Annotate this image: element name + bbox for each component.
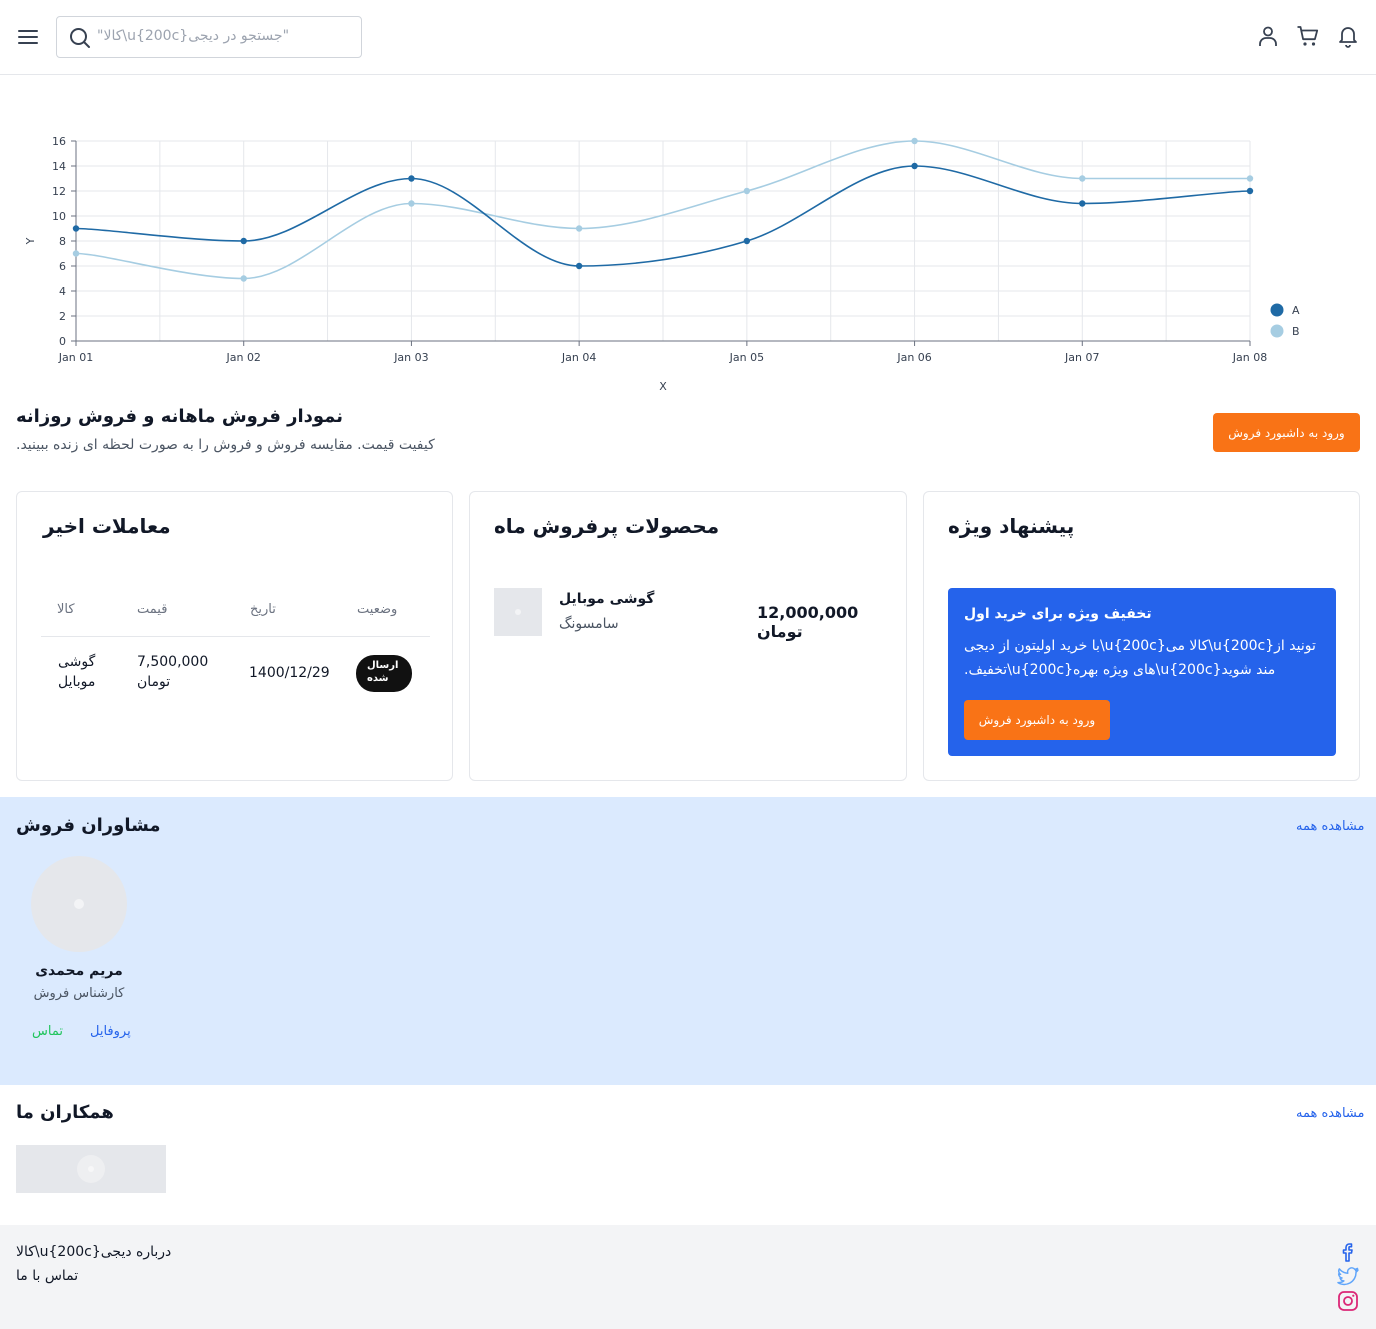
x-tick-label: Jan 07 (1064, 351, 1099, 364)
data-point-A (575, 262, 583, 270)
data-point-B (1079, 175, 1086, 182)
user-icon[interactable] (1256, 24, 1280, 48)
col-header-status: وضعیت (357, 602, 398, 617)
search-icon (70, 28, 90, 48)
product-brand: سامسونگ (559, 616, 619, 632)
instagram-icon[interactable] (1336, 1289, 1360, 1313)
data-point-A (1246, 187, 1254, 195)
data-point-B (575, 225, 583, 232)
x-tick-label: Jan 08 (1232, 351, 1267, 364)
data-point-A (72, 225, 80, 232)
partners-title: همکاران ما (16, 1102, 114, 1123)
search-input[interactable]: "کالا\u{200c}جستجو در دیجی" (56, 16, 362, 58)
legend-label-B: B (1292, 325, 1300, 338)
advisor-role: کارشناس فروش (33, 986, 125, 1001)
page: "کالا\u{200c}جستجو در دیجی" 0 2 4 6 8 10 12 14 1… (0, 0, 1376, 1329)
cell-item-line1: گوشی (58, 654, 96, 670)
sales-chart-svg: 0 2 4 6 8 10 12 14 16 Jan 01 Jan 02 Jan 03 Jan 04 Jan… (24, 135, 1300, 393)
legend-swatch-A (1270, 303, 1284, 317)
data-point-A (240, 237, 247, 245)
cell-price-line2: تومان (137, 674, 171, 690)
col-header-price: قیمت (137, 602, 168, 617)
advisors-title: مشاوران فروش (16, 815, 161, 836)
advisors-see-all-link[interactable]: مشاهده همه (1296, 819, 1365, 834)
data-point-B (72, 250, 80, 257)
x-axis-label: X (659, 380, 667, 393)
col-header-item: کالا (57, 602, 75, 617)
offer-title: پیشنهاد ویژه (948, 514, 1075, 538)
y-tick-label: 6 (59, 260, 66, 273)
avatar (31, 856, 127, 952)
x-tick-label: Jan 06 (896, 351, 931, 364)
twitter-icon[interactable] (1336, 1265, 1360, 1289)
y-tick-label: 2 (59, 310, 66, 323)
cell-item-line2: موبایل (58, 674, 96, 690)
bell-icon[interactable] (1336, 24, 1360, 48)
dashboard-button[interactable]: ورود به داشبورد فروش (1213, 413, 1360, 452)
data-point-A (743, 237, 751, 245)
x-tick-label: Jan 04 (561, 351, 596, 364)
product-image (494, 588, 542, 636)
x-tick-label: Jan 05 (729, 351, 764, 364)
y-tick-label: 14 (52, 160, 66, 173)
offer-banner: تخفیف ویژه برای خرید اول با خرید اولیتون… (948, 588, 1336, 756)
y-tick-label: 12 (52, 185, 66, 198)
product-price: 12,000,000 تومان (757, 603, 859, 641)
hero-subtitle: .کیفیت قیمت. مقایسه فروش و فروش را به صو… (16, 437, 435, 453)
bestsellers-card: محصولات پرفروش ماه گوشی موبایل سامسونگ 1… (469, 491, 907, 781)
cart-icon[interactable] (1296, 24, 1320, 48)
y-tick-label: 10 (52, 210, 66, 223)
x-tick-label: Jan 02 (225, 351, 260, 364)
data-point-B (408, 200, 415, 207)
product-name: گوشی موبایل (559, 591, 655, 607)
advisor-contact-link[interactable]: تماس (32, 1024, 63, 1039)
transactions-title: معاملات اخیر (43, 514, 171, 538)
search-placeholder: "کالا\u{200c}جستجو در دیجی" (97, 28, 290, 44)
y-tick-label: 4 (59, 285, 66, 298)
col-header-date: تاریخ (250, 602, 276, 617)
legend-swatch-B (1270, 324, 1284, 338)
sales-chart: 0 2 4 6 8 10 12 14 16 Jan 01 Jan 02 Jan 03 Jan 04 Jan… (0, 120, 1376, 400)
x-tick-label: Jan 01 (58, 351, 93, 364)
data-point-A (1079, 200, 1086, 207)
offer-dashboard-button[interactable]: ورود به داشبورد فروش (964, 700, 1110, 740)
data-point-A (911, 162, 918, 170)
footer-about-link[interactable]: کالا\u{200c}درباره دیجی (16, 1244, 171, 1260)
bestsellers-title: محصولات پرفروش ماه (494, 514, 720, 538)
y-axis-label: Y (24, 237, 37, 245)
legend-label-A: A (1292, 304, 1300, 317)
offer-banner-text-2: .تخفیف\u{200c}های ویژه بهره\u{200c}مند ش… (964, 662, 1276, 678)
offer-banner-text-1: با خرید اولیتون از دیجی\u{200c}کالا می\u… (964, 638, 1316, 654)
top-header: "کالا\u{200c}جستجو در دیجی" (0, 0, 1376, 75)
sales-advisors-section: مشاوران فروش مشاهده همه مریم محمدی کارشن… (0, 797, 1376, 1085)
special-offer-card: پیشنهاد ویژه تخفیف ویژه برای خرید اول با… (923, 491, 1360, 781)
data-point-B (911, 137, 918, 145)
status-line1: ارسال (367, 660, 399, 671)
data-point-B (743, 187, 751, 195)
facebook-icon[interactable] (1336, 1240, 1360, 1264)
data-point-A (408, 175, 415, 182)
recent-transactions-card: معاملات اخیر کالا قیمت تاریخ وضعیت گوشی … (16, 491, 453, 781)
status-badge: ارسال شده (356, 655, 412, 692)
x-tick-label: Jan 03 (393, 351, 428, 364)
partners-see-all-link[interactable]: مشاهده همه (1296, 1106, 1365, 1121)
y-tick-label: 16 (52, 135, 66, 148)
y-tick-label: 0 (59, 335, 66, 348)
cell-price-line1: 7,500,000 (137, 654, 209, 670)
cell-date: 1400/12/29 (249, 665, 330, 681)
hero-title: نمودار فروش ماهانه و فروش روزانه (16, 406, 343, 427)
partner-logo[interactable] (16, 1145, 166, 1193)
footer: کالا\u{200c}درباره دیجی تماس با ما (0, 1225, 1376, 1329)
status-line2: شده (367, 673, 389, 684)
table-divider (41, 636, 430, 637)
offer-banner-title: تخفیف ویژه برای خرید اول (964, 606, 1152, 622)
footer-contact-link[interactable]: تماس با ما (16, 1268, 78, 1284)
advisor-name: مریم محمدی (35, 963, 123, 979)
menu-icon[interactable] (18, 28, 38, 46)
data-point-B (1246, 175, 1254, 182)
data-point-B (240, 275, 247, 282)
y-tick-label: 8 (59, 235, 66, 248)
advisor-profile-link[interactable]: پروفایل (90, 1024, 131, 1039)
